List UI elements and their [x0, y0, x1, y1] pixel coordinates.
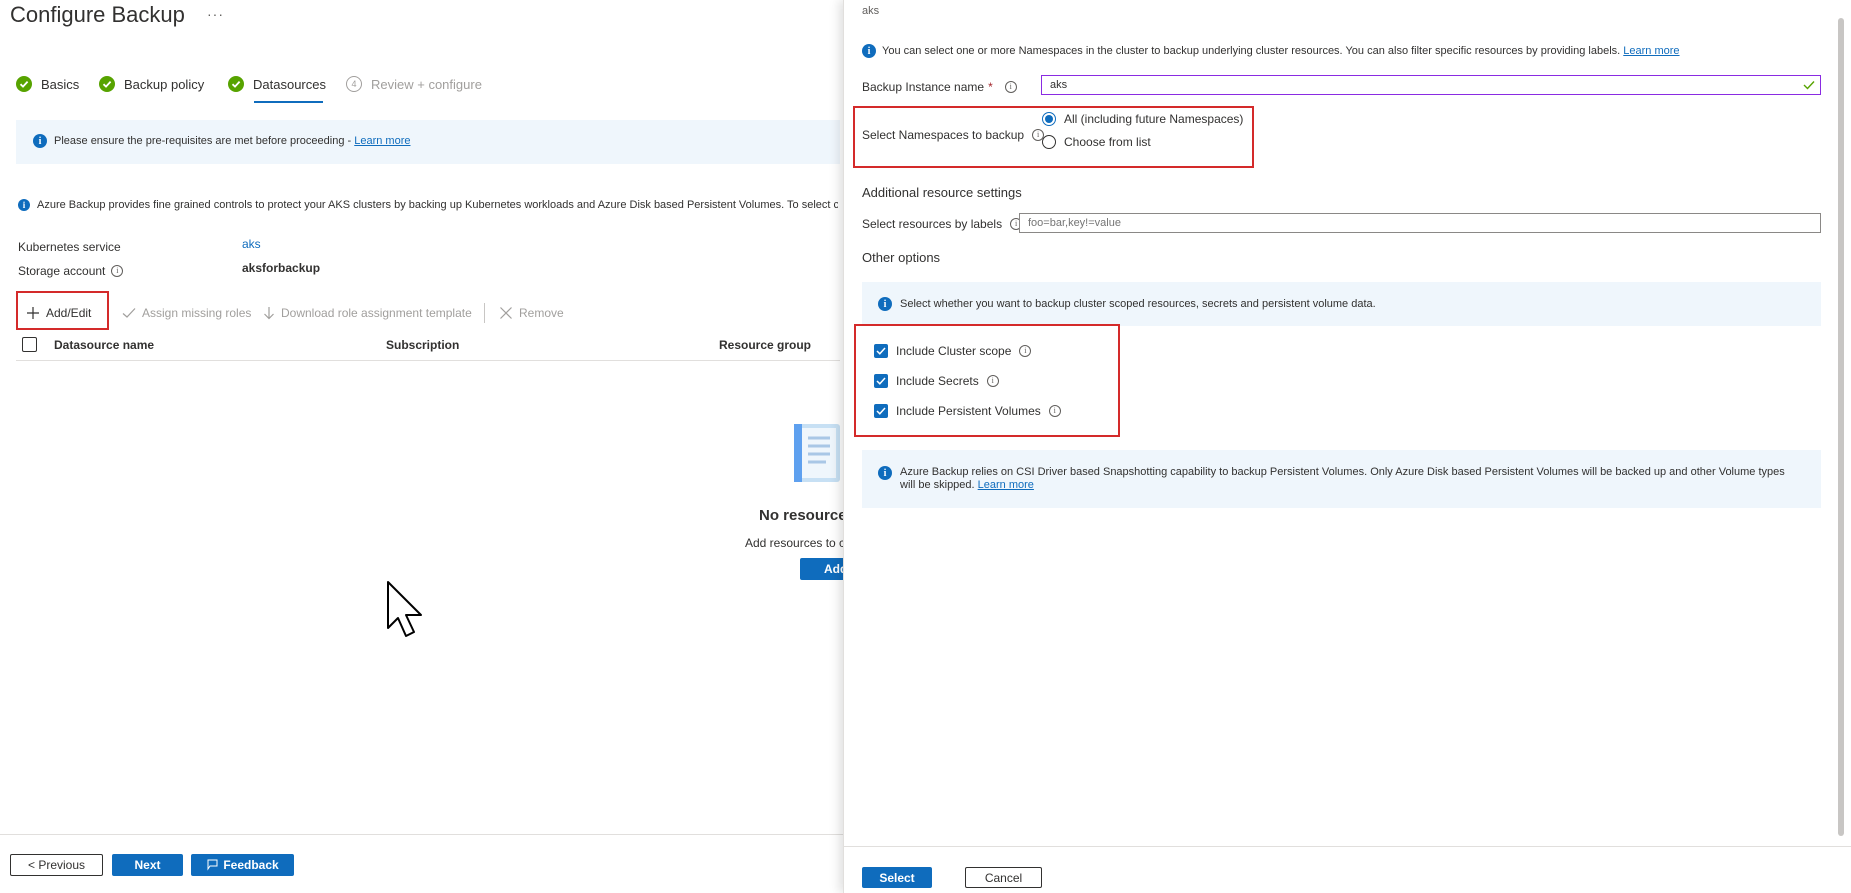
- description-text: Azure Backup provides fine grained contr…: [37, 199, 838, 211]
- options-info-banner: i Select whether you want to backup clus…: [862, 282, 1821, 326]
- options-info-text: Select whether you want to backup cluste…: [900, 298, 1376, 310]
- kubernetes-service-label: Kubernetes service: [18, 240, 121, 254]
- next-button[interactable]: Next: [112, 854, 183, 876]
- assign-roles-label: Assign missing roles: [142, 306, 252, 320]
- highlight-options: [854, 324, 1120, 437]
- feedback-label: Feedback: [223, 858, 279, 872]
- check-icon: [99, 76, 115, 92]
- feedback-icon: [207, 859, 218, 871]
- labels-input[interactable]: [1019, 213, 1821, 233]
- select-all-checkbox[interactable]: [22, 337, 37, 352]
- info-icon: i: [18, 199, 30, 212]
- configure-panel: aks i You can select one or more Namespa…: [843, 0, 1851, 893]
- mouse-cursor-icon: [386, 580, 428, 643]
- active-tab-indicator: [254, 101, 323, 103]
- panel-subtitle: aks: [862, 5, 880, 17]
- close-icon: [500, 307, 512, 319]
- tab-backup-policy[interactable]: Backup policy: [99, 76, 204, 92]
- toolbar-divider: [484, 303, 485, 323]
- remove-label: Remove: [519, 306, 564, 320]
- step-number-icon: 4: [346, 76, 362, 92]
- previous-label: < Previous: [27, 858, 86, 872]
- info-circle-icon[interactable]: i: [111, 265, 124, 277]
- select-button[interactable]: Select: [862, 867, 932, 888]
- select-label: Select: [879, 870, 915, 885]
- download-template-label: Download role assignment template: [281, 306, 472, 320]
- required-indicator: *: [988, 80, 993, 94]
- kubernetes-service-link[interactable]: aks: [242, 237, 261, 251]
- storage-account-value: aksforbackup: [242, 261, 321, 275]
- empty-state-title: No resources: [759, 507, 855, 524]
- empty-state-subtitle: Add resources to c: [745, 536, 846, 550]
- table-header-divider: [16, 360, 840, 361]
- namespaces-info-text: You can select one or more Namespaces in…: [882, 45, 1624, 57]
- footer-divider: [0, 834, 843, 835]
- backup-instance-value: aks: [1050, 79, 1068, 91]
- column-header-resource-group[interactable]: Resource group: [719, 338, 811, 352]
- namespaces-info: i You can select one or more Namespaces …: [862, 44, 1680, 58]
- namespaces-learn-more-link[interactable]: Learn more: [1623, 45, 1679, 57]
- more-options-button[interactable]: ···: [207, 6, 224, 22]
- prerequisites-banner: i Please ensure the pre-requisites are m…: [16, 120, 840, 164]
- next-label: Next: [134, 858, 161, 872]
- tab-basics[interactable]: Basics: [16, 76, 79, 92]
- backup-instance-label: Backup Instance name: [862, 80, 985, 94]
- feedback-button[interactable]: Feedback: [191, 854, 294, 876]
- prereq-text: Please ensure the pre-requisites are met…: [54, 135, 355, 147]
- book-icon: [790, 418, 846, 491]
- cancel-label: Cancel: [984, 870, 1023, 885]
- tab-review-configure[interactable]: 4 Review + configure: [346, 76, 482, 92]
- description: i Azure Backup provides fine grained cont…: [18, 199, 838, 212]
- info-circle-icon[interactable]: i: [1004, 81, 1017, 93]
- tab-datasources-label: Datasources: [253, 76, 326, 92]
- other-options-heading: Other options: [862, 250, 941, 265]
- download-icon: [264, 307, 274, 320]
- tab-review-label: Review + configure: [371, 76, 482, 92]
- csi-info-banner: i Azure Backup relies on CSI Driver base…: [862, 450, 1821, 508]
- previous-button[interactable]: < Previous: [10, 854, 103, 876]
- info-icon: i: [878, 297, 892, 311]
- check-icon: [228, 76, 244, 92]
- panel-scrollbar[interactable]: [1838, 18, 1844, 836]
- additional-settings-heading: Additional resource settings: [862, 185, 1022, 200]
- download-template-button[interactable]: Download role assignment template: [263, 306, 472, 320]
- info-icon: i: [33, 134, 47, 148]
- prereq-learn-more-link[interactable]: Learn more: [354, 135, 410, 147]
- check-icon: [16, 76, 32, 92]
- storage-account-label: Storage account: [18, 264, 106, 278]
- backup-instance-input[interactable]: aks: [1041, 75, 1821, 95]
- labels-label: Select resources by labels: [862, 217, 1003, 231]
- info-icon: i: [862, 44, 876, 58]
- check-icon: [122, 308, 136, 318]
- assign-missing-roles-button[interactable]: Assign missing roles: [122, 306, 251, 320]
- cancel-button[interactable]: Cancel: [965, 867, 1042, 888]
- highlight-add-edit: [16, 291, 109, 330]
- page-title: Configure Backup: [10, 2, 185, 27]
- highlight-namespaces: [853, 106, 1254, 168]
- remove-button[interactable]: Remove: [499, 306, 564, 320]
- csi-learn-more-link[interactable]: Learn more: [978, 479, 1034, 491]
- valid-check-icon: [1803, 81, 1815, 90]
- tab-datasources[interactable]: Datasources: [228, 76, 326, 92]
- tab-backup-policy-label: Backup policy: [124, 76, 205, 92]
- panel-footer-divider: [844, 846, 1851, 847]
- info-icon: i: [878, 466, 892, 480]
- column-header-subscription[interactable]: Subscription: [386, 338, 459, 352]
- column-header-datasource-name[interactable]: Datasource name: [54, 338, 154, 352]
- tab-basics-label: Basics: [41, 76, 80, 92]
